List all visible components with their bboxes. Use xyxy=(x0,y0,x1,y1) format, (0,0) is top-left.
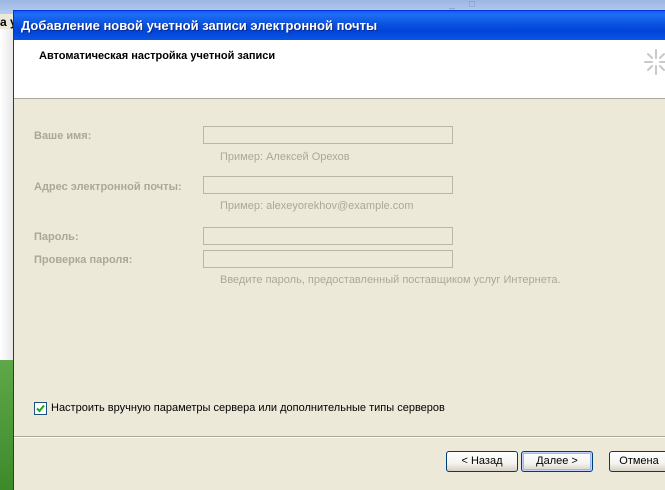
email-hint: Пример: alexeyorekhov@example.com xyxy=(220,200,414,212)
name-input[interactable] xyxy=(203,126,453,144)
password-confirm-input[interactable] xyxy=(203,250,453,268)
manual-setup-label[interactable]: Настроить вручную параметры сервера или … xyxy=(51,402,445,414)
password-confirm-label: Проверка пароля: xyxy=(34,254,133,266)
minimize-icon: _ xyxy=(449,0,455,10)
dialog-titlebar[interactable]: Добавление новой учетной записи электрон… xyxy=(14,11,665,40)
header-title: Автоматическая настройка учетной записи xyxy=(39,50,276,62)
dialog-header: Автоматическая настройка учетной записи xyxy=(14,40,665,99)
manual-setup-checkbox[interactable] xyxy=(34,401,47,415)
dialog-title: Добавление новой учетной записи электрон… xyxy=(21,18,378,33)
cancel-button[interactable]: Отмена xyxy=(609,451,665,472)
password-hint: Введите пароль, предоставленный поставщи… xyxy=(220,274,561,286)
add-account-dialog: Добавление новой учетной записи электрон… xyxy=(13,10,665,490)
back-button[interactable]: < Назад xyxy=(446,451,518,472)
maximize-icon: □ xyxy=(468,0,476,10)
name-hint: Пример: Алексей Орехов xyxy=(220,151,350,163)
next-button[interactable]: Далее > xyxy=(521,451,593,472)
password-input[interactable] xyxy=(203,227,453,245)
manual-setup-option[interactable]: Настроить вручную параметры сервера или … xyxy=(34,401,445,415)
desktop-wallpaper-strip xyxy=(0,360,13,490)
name-label: Ваше имя: xyxy=(34,130,92,142)
checkmark-icon xyxy=(36,404,45,412)
email-input[interactable] xyxy=(203,176,453,194)
footer-divider xyxy=(14,436,665,438)
sparkle-icon xyxy=(644,49,665,75)
email-label: Адрес электронной почты: xyxy=(34,181,182,193)
password-label: Пароль: xyxy=(34,231,79,243)
